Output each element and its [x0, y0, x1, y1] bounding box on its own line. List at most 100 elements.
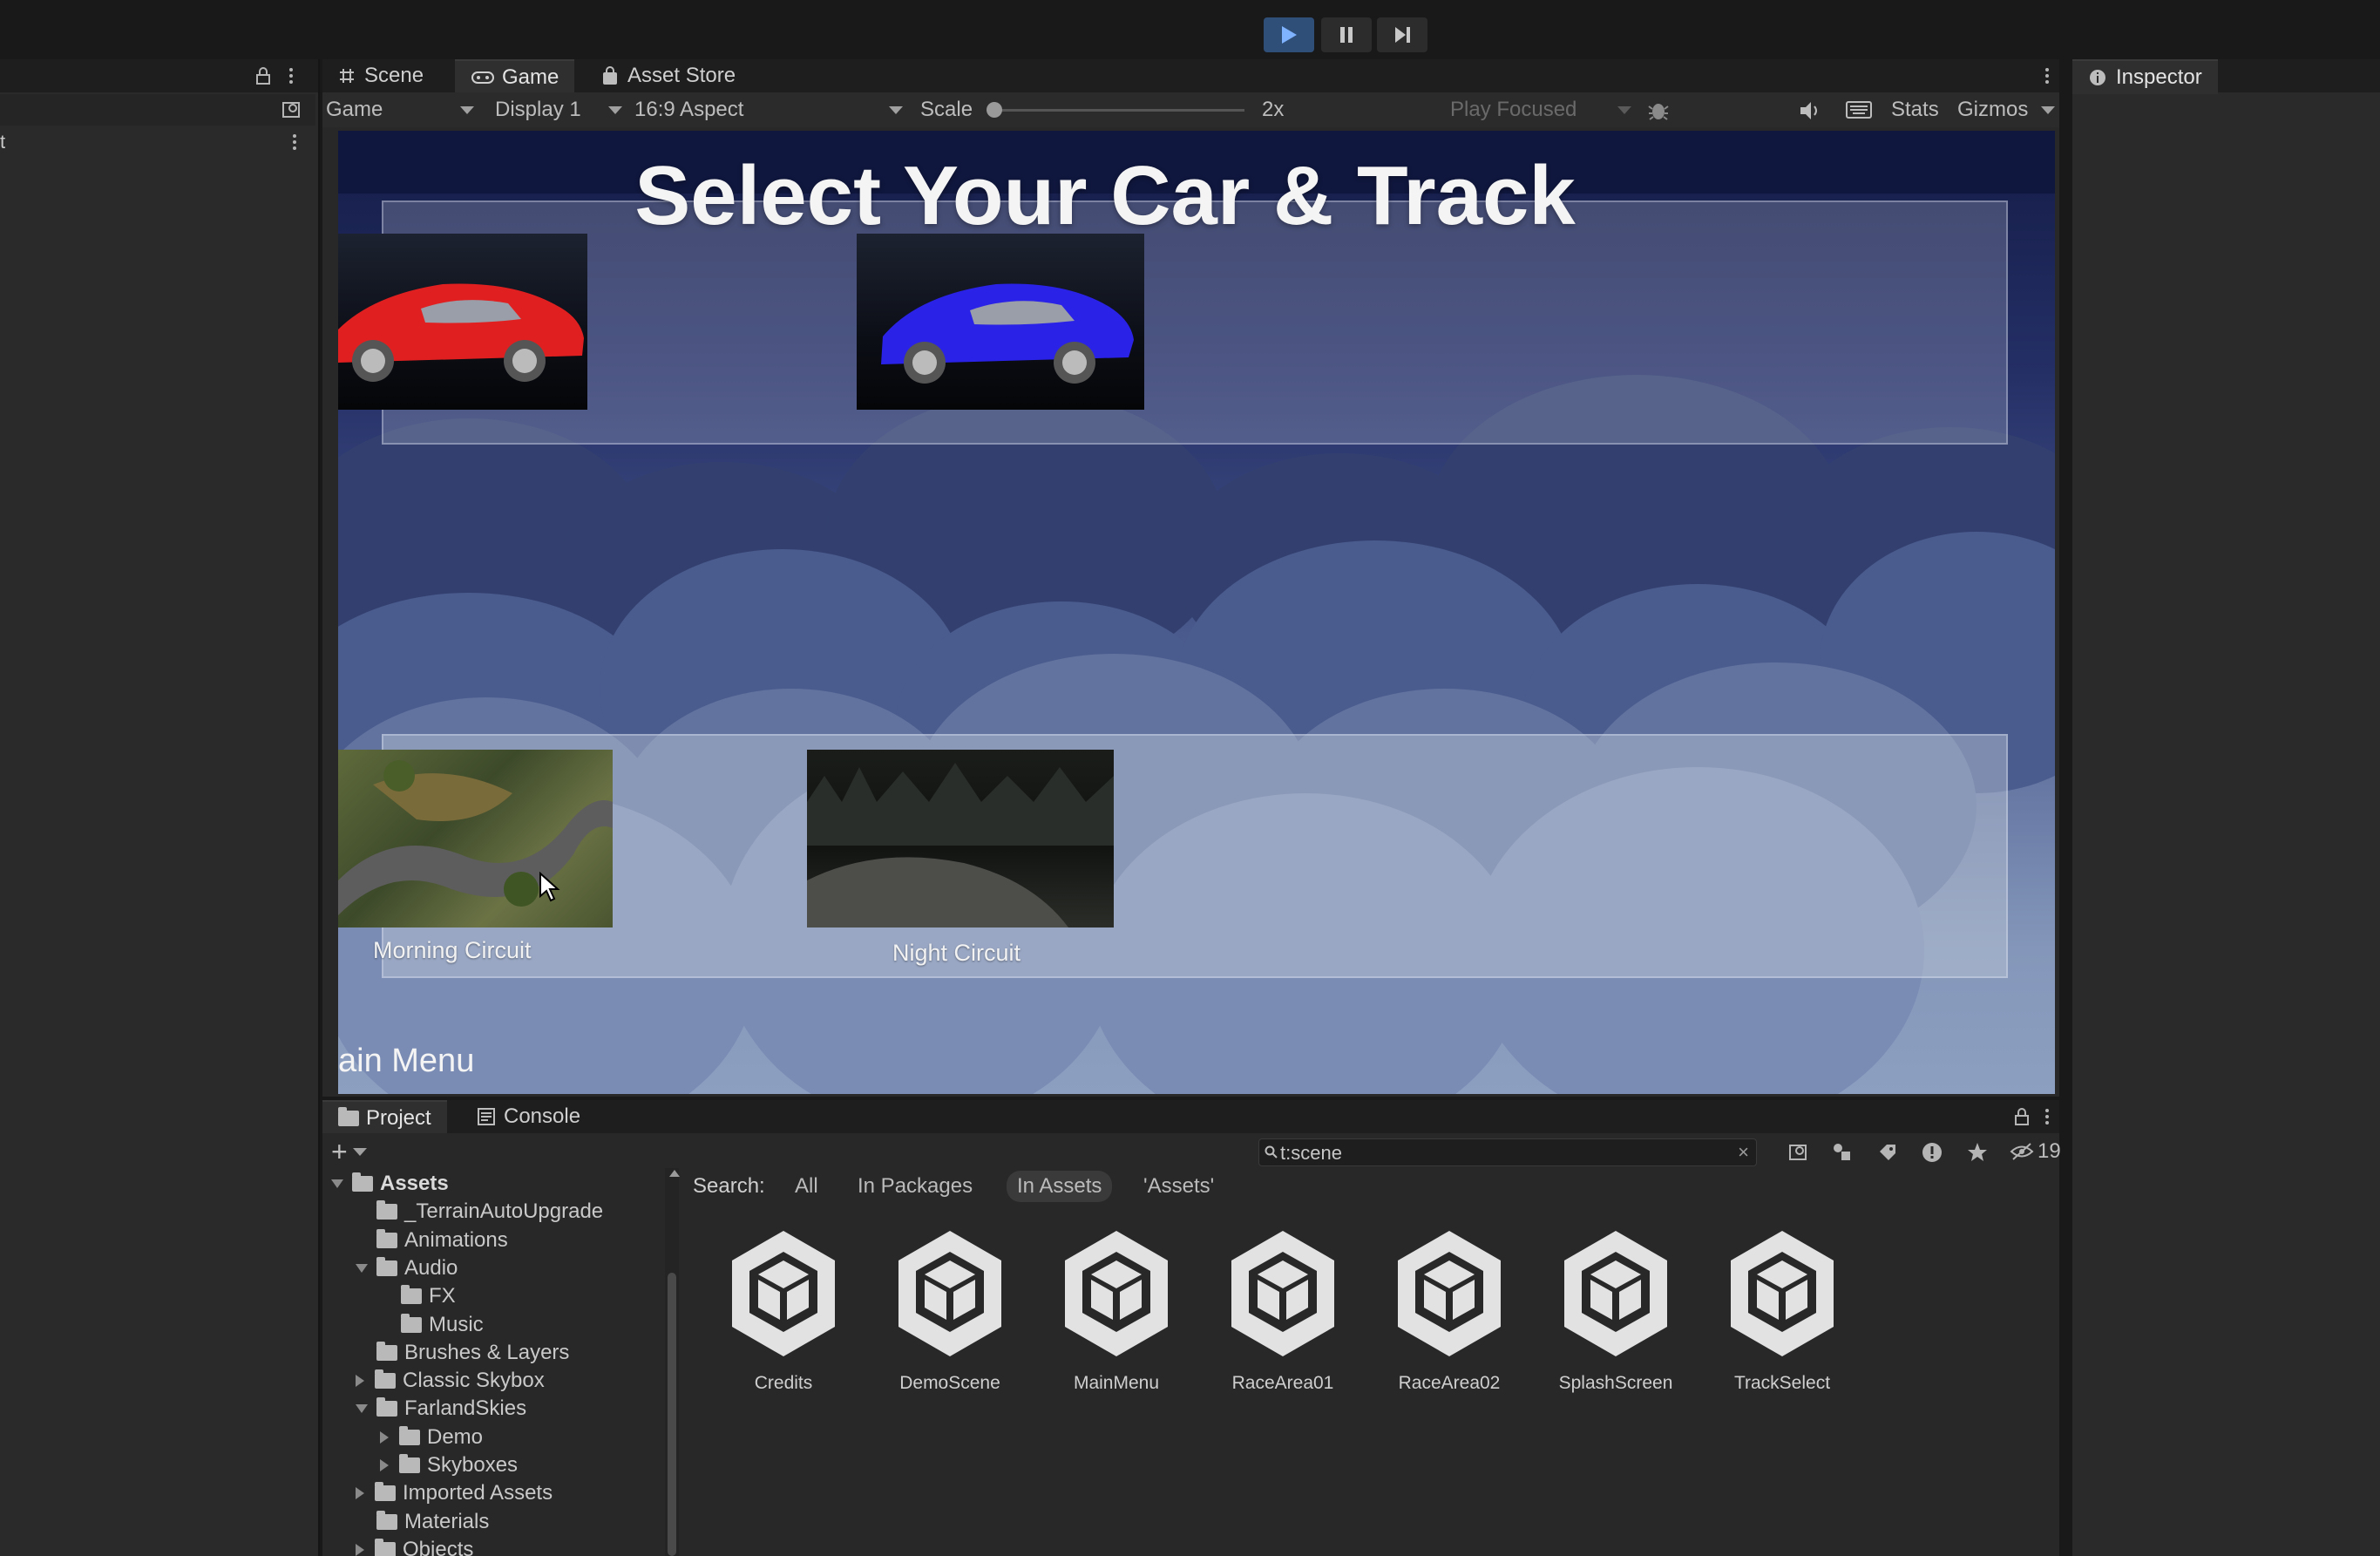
chevron-right-icon[interactable]: [380, 1459, 389, 1471]
page-title: Select Your Car & Track: [634, 149, 1576, 242]
tree-item[interactable]: Animations: [356, 1226, 508, 1254]
hidden-packages-toggle[interactable]: 19: [2010, 1138, 2061, 1165]
scene-asset[interactable]: MainMenu: [1038, 1227, 1195, 1394]
filter-in-assets[interactable]: In Assets: [1007, 1171, 1113, 1202]
gizmos-dropdown[interactable]: Gizmos: [1957, 96, 2055, 124]
tree-item[interactable]: Assets: [331, 1170, 449, 1198]
tree-item[interactable]: Imported Assets: [356, 1479, 553, 1507]
hierarchy-item-label: t: [0, 131, 6, 153]
lock-icon[interactable]: [254, 66, 272, 85]
folder-icon: [375, 1482, 396, 1502]
tree-item[interactable]: Skyboxes: [380, 1451, 518, 1479]
play-focused-dropdown[interactable]: Play Focused: [1450, 96, 1631, 124]
hierarchy-search-bar[interactable]: [0, 94, 315, 126]
more-options-icon[interactable]: [291, 132, 298, 152]
play-button[interactable]: [1264, 17, 1314, 52]
tree-item[interactable]: _TerrainAutoUpgrade: [356, 1198, 603, 1226]
tree-item-label: Brushes & Layers: [404, 1340, 570, 1364]
tab-project[interactable]: Project: [322, 1100, 447, 1135]
game-view[interactable]: Select Your Car & Track Morning Circuit: [338, 131, 2055, 1094]
inspector-panel: Inspector: [2072, 59, 2380, 1556]
filter-in-packages[interactable]: In Packages: [847, 1171, 983, 1202]
asset-label: RaceArea02: [1398, 1373, 1501, 1393]
scene-asset[interactable]: DemoScene: [871, 1227, 1028, 1394]
step-button[interactable]: [1377, 17, 1427, 52]
tree-item[interactable]: Objects: [356, 1536, 473, 1556]
scene-asset[interactable]: RaceArea01: [1204, 1227, 1361, 1394]
chevron-right-icon[interactable]: [356, 1375, 364, 1388]
tab-console[interactable]: Console: [462, 1100, 596, 1133]
eye-hidden-icon: [2010, 1143, 2034, 1160]
tree-item[interactable]: Music: [380, 1311, 484, 1339]
tab-label: Asset Store: [627, 64, 736, 87]
scale-slider-track[interactable]: [987, 102, 1244, 118]
tree-item[interactable]: FX: [380, 1282, 456, 1310]
filter-assets-folder[interactable]: 'Assets': [1133, 1171, 1224, 1202]
game-tabbar: Scene Game Asset Store: [322, 59, 2059, 94]
project-toolbar: + t:scene × 19: [322, 1133, 2061, 1170]
tab-scene[interactable]: Scene: [322, 59, 439, 92]
warning-icon[interactable]: [1921, 1141, 1943, 1164]
night-circuit-thumb[interactable]: [807, 750, 1114, 927]
tree-item[interactable]: Brushes & Layers: [356, 1339, 569, 1367]
chevron-right-icon[interactable]: [356, 1543, 364, 1556]
hierarchy-row[interactable]: t: [0, 127, 315, 155]
tree-item[interactable]: FarlandSkies: [356, 1395, 526, 1423]
scene-asset[interactable]: Credits: [705, 1227, 862, 1394]
scene-asset[interactable]: RaceArea02: [1371, 1227, 1528, 1394]
hierarchy-tabbar: [0, 59, 318, 92]
folder-icon: [338, 1107, 359, 1126]
search-filter-icon[interactable]: [281, 99, 302, 120]
tree-item[interactable]: Materials: [356, 1508, 489, 1536]
filter-all[interactable]: All: [784, 1171, 829, 1202]
game-mode-dropdown[interactable]: Game: [326, 96, 474, 124]
stats-button[interactable]: Stats: [1891, 96, 1939, 124]
chevron-down-icon[interactable]: [331, 1179, 343, 1188]
tab-inspector[interactable]: Inspector: [2072, 59, 2218, 94]
chevron-right-icon[interactable]: [356, 1487, 364, 1500]
scale-slider-thumb[interactable]: [987, 102, 1002, 118]
tab-asset-store[interactable]: Asset Store: [586, 59, 751, 92]
chevron-right-icon[interactable]: [380, 1430, 389, 1444]
main-menu-button[interactable]: ain Menu: [338, 1043, 474, 1080]
filter-by-type-icon[interactable]: [1832, 1142, 1853, 1163]
more-options-icon[interactable]: [2044, 1107, 2051, 1126]
asset-label: MainMenu: [1073, 1373, 1160, 1393]
asset-label: RaceArea01: [1231, 1373, 1334, 1393]
scene-asset[interactable]: SplashScreen: [1537, 1227, 1694, 1394]
bug-icon[interactable]: [1647, 99, 1670, 122]
scene-asset[interactable]: TrackSelect: [1704, 1227, 1861, 1394]
tree-item[interactable]: Audio: [356, 1254, 458, 1282]
scrollbar-thumb[interactable]: [668, 1273, 676, 1556]
create-button[interactable]: +: [331, 1136, 367, 1167]
more-options-icon[interactable]: [2044, 66, 2051, 85]
morning-circuit-thumb[interactable]: [338, 750, 613, 927]
scale-value: 2x: [1262, 98, 1285, 121]
aspect-dropdown[interactable]: 16:9 Aspect: [634, 96, 903, 124]
tree-item-label: Animations: [404, 1227, 508, 1252]
tree-item[interactable]: Classic Skybox: [356, 1367, 545, 1395]
tab-label: Project: [366, 1106, 431, 1130]
chevron-down-icon[interactable]: [356, 1263, 368, 1273]
label-tag-icon[interactable]: [1877, 1142, 1898, 1163]
lock-icon[interactable]: [2013, 1107, 2031, 1126]
search-filter-icon[interactable]: [1788, 1142, 1809, 1163]
dropdown-value: Play Focused: [1450, 98, 1577, 121]
display-dropdown[interactable]: Display 1: [495, 96, 622, 124]
clear-search-icon[interactable]: ×: [1738, 1141, 1749, 1164]
favorite-star-icon[interactable]: [1966, 1141, 1989, 1164]
tree-item[interactable]: Demo: [380, 1424, 483, 1451]
more-options-icon[interactable]: [288, 66, 295, 85]
pause-button[interactable]: [1321, 17, 1372, 52]
chevron-down-icon: [352, 1147, 367, 1156]
search-input[interactable]: t:scene ×: [1258, 1138, 1757, 1166]
scroll-up-icon[interactable]: [669, 1170, 680, 1177]
tree-scrollbar[interactable]: [665, 1168, 680, 1556]
tab-game[interactable]: Game: [455, 59, 575, 94]
speaker-icon[interactable]: [1799, 100, 1821, 121]
track-label-night: Night Circuit: [892, 940, 1021, 966]
chevron-down-icon[interactable]: [356, 1404, 368, 1414]
red-car-option[interactable]: [338, 234, 587, 410]
keyboard-icon[interactable]: [1846, 100, 1872, 119]
blue-car-option[interactable]: [857, 234, 1144, 410]
